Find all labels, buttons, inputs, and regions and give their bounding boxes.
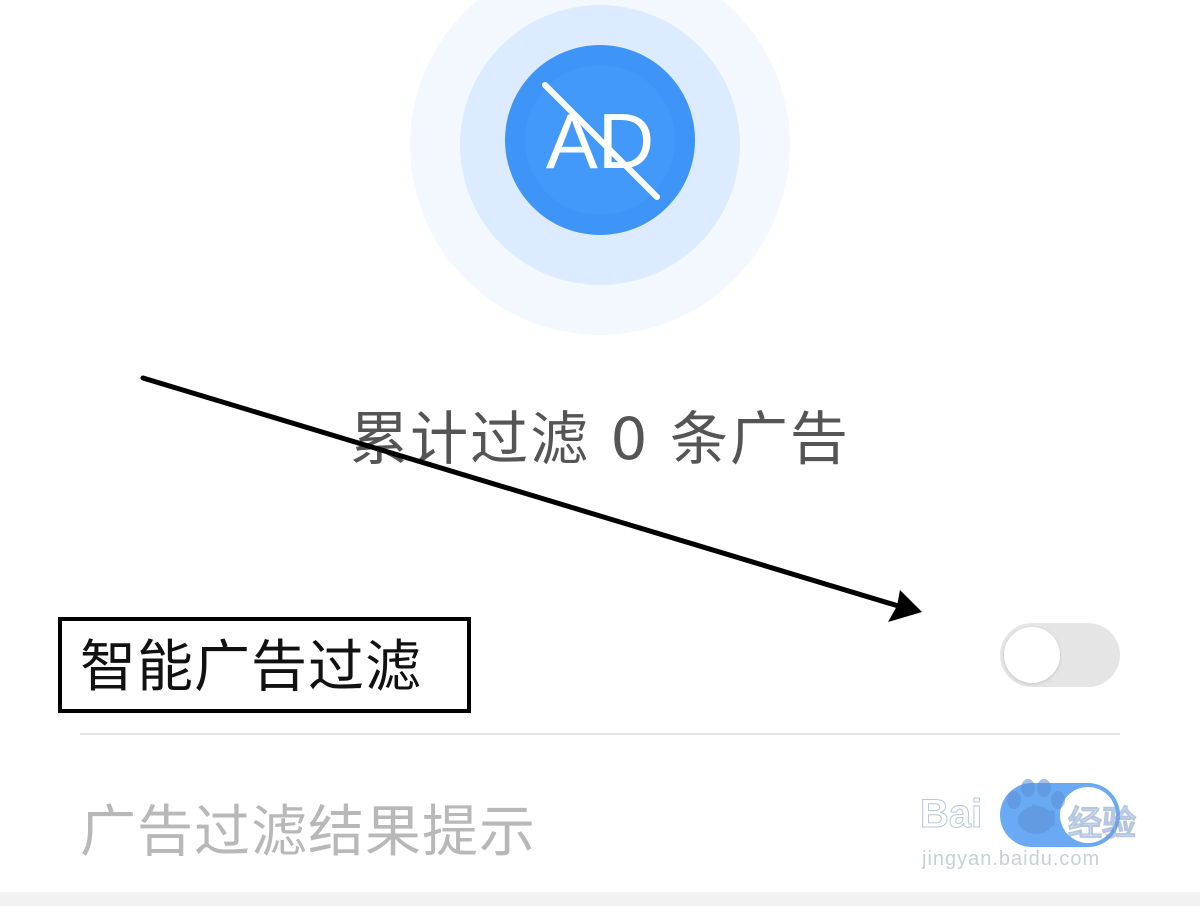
annotation-highlight-box: [58, 617, 471, 713]
watermark-brand-left: Bai: [919, 792, 983, 837]
ad-block-icon: AD: [525, 65, 675, 215]
toggle-knob: [1004, 627, 1060, 683]
ad-filter-settings-page: AD 累计过滤 0 条广告 智能广告过滤 广告过滤结果提示 Bai du 经验 …: [0, 0, 1200, 906]
baidu-jingyan-watermark: Bai du 经验 jingyan.baidu.com: [919, 778, 1140, 888]
watermark-url: jingyan.baidu.com: [922, 848, 1101, 870]
smart-ad-filter-toggle[interactable]: [1000, 623, 1120, 687]
filtered-count-summary: 累计过滤 0 条广告: [350, 405, 850, 473]
watermark-brand-right: 经验: [1068, 805, 1137, 844]
ad-filter-result-tip-label: 广告过滤结果提示: [80, 800, 536, 865]
watermark-brand-mid: du: [1020, 800, 1057, 833]
row-divider: [80, 733, 1120, 735]
bottom-section-divider: [0, 892, 1200, 906]
